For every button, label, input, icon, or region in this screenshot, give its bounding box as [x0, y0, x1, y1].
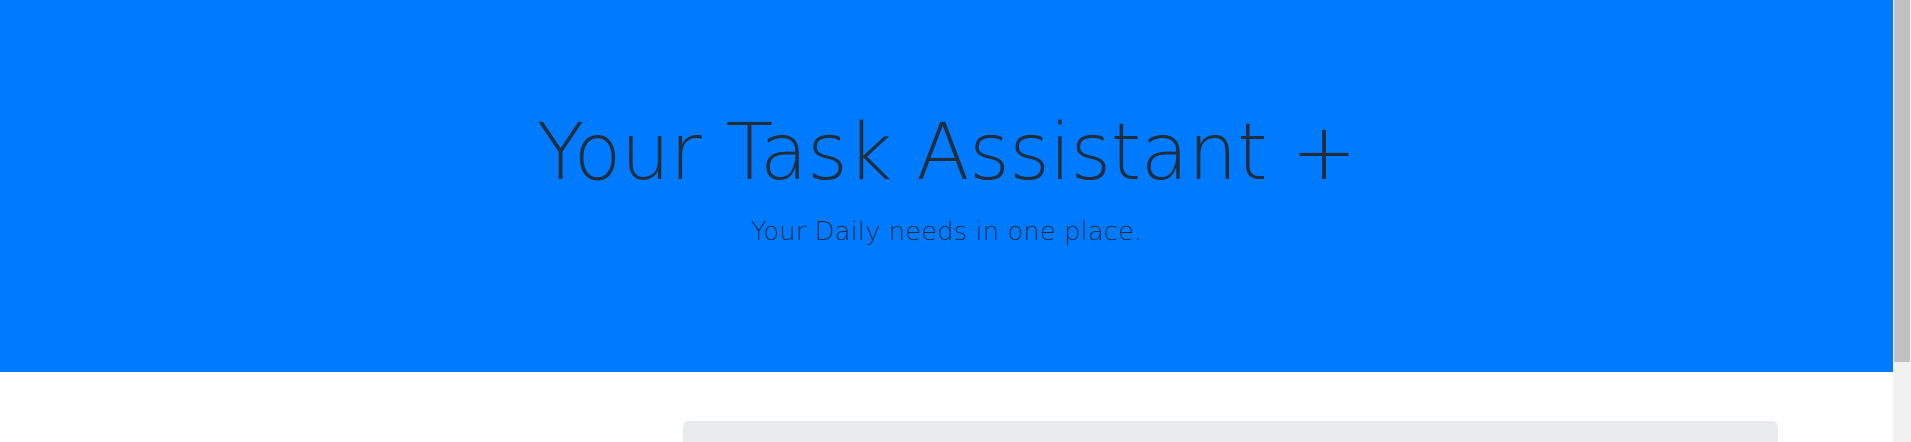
scrollbar-thumb[interactable]	[1894, 0, 1910, 362]
hero-title: Your Task Assistant +	[536, 108, 1357, 198]
page: Your Task Assistant + Your Daily needs i…	[0, 0, 1911, 442]
hero-subtitle: Your Daily needs in one place.	[750, 217, 1143, 247]
hero-banner: Your Task Assistant + Your Daily needs i…	[0, 0, 1893, 372]
vertical-scrollbar[interactable]	[1893, 0, 1911, 442]
content-card	[683, 421, 1778, 442]
